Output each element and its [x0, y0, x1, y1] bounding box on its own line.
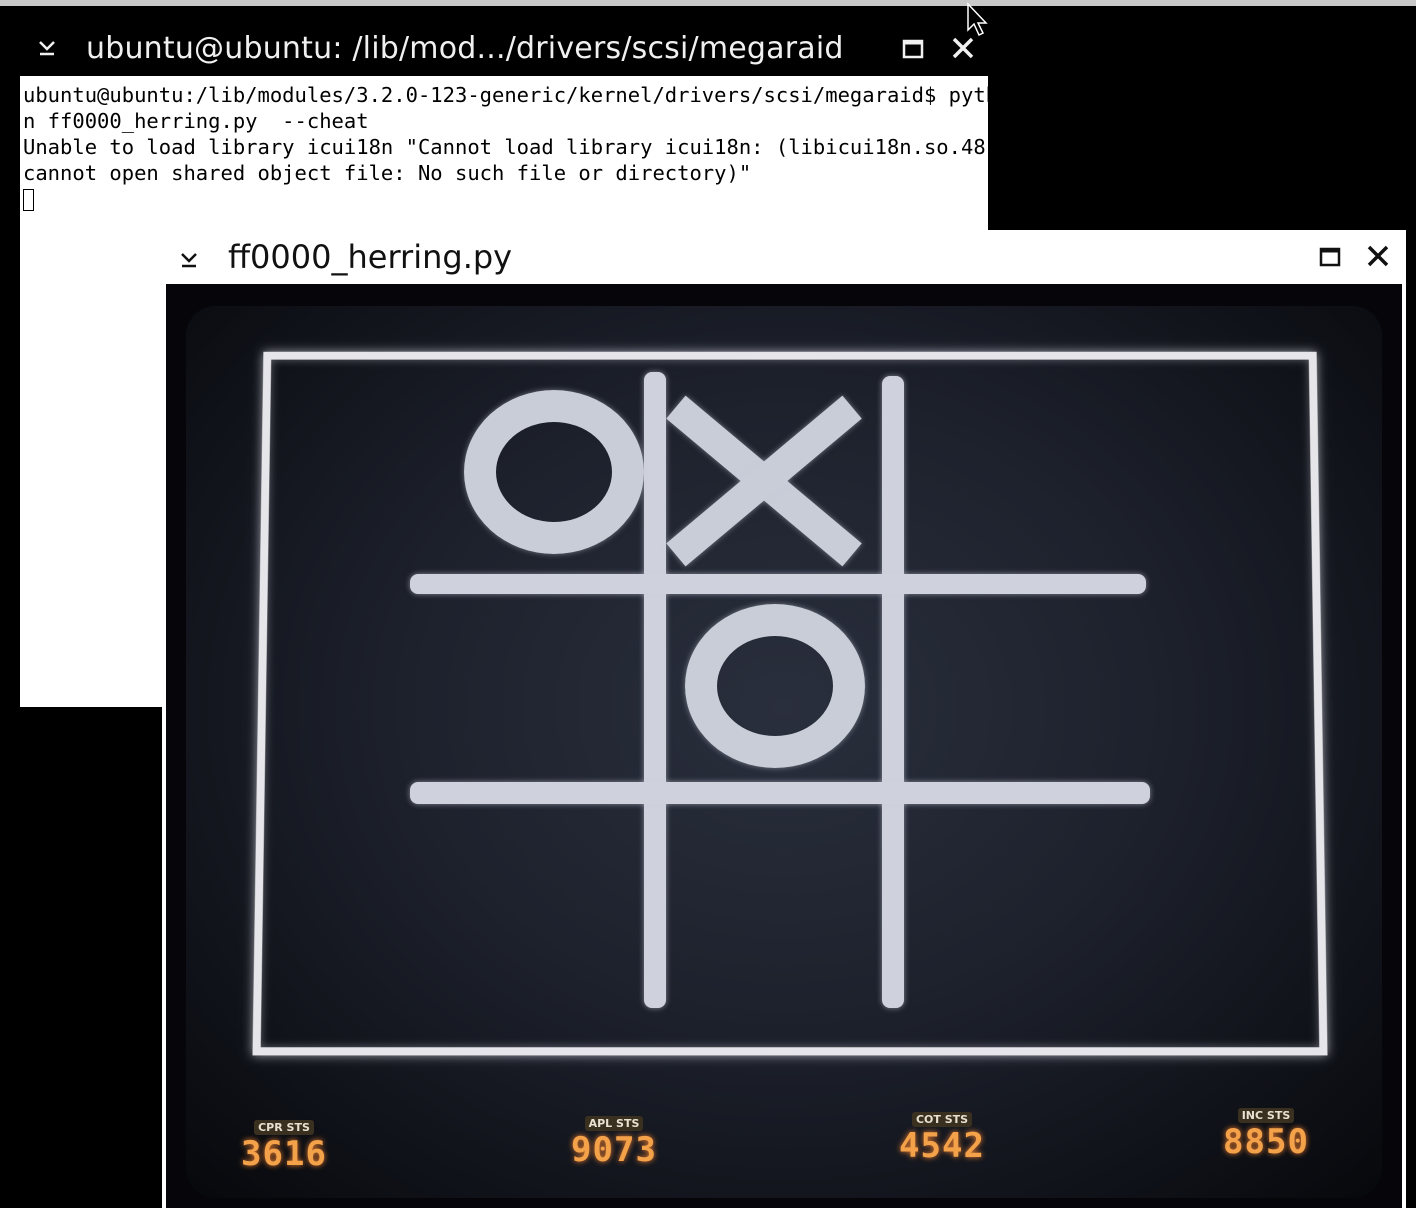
mouse-pointer-icon	[967, 2, 988, 37]
board-cell[interactable]	[410, 376, 646, 576]
game-window: ff0000_herring.py CPR STS 3616 APL STS 9…	[162, 230, 1406, 1208]
board-cell[interactable]	[894, 586, 1140, 786]
score-cpr: CPR STS 3616	[234, 1120, 334, 1173]
score-label: APL STS	[584, 1116, 644, 1131]
top-panel-bar	[0, 0, 1416, 6]
x-mark	[664, 395, 864, 567]
board-cell[interactable]	[894, 376, 1140, 576]
board-cell[interactable]	[410, 586, 646, 786]
score-apl: APL STS 9073	[564, 1116, 664, 1169]
crt-screen	[186, 306, 1382, 1198]
score-cot: COT STS 4542	[892, 1112, 992, 1165]
board-cell[interactable]	[656, 796, 894, 1008]
score-label: COT STS	[911, 1112, 973, 1127]
game-title: ff0000_herring.py	[228, 238, 513, 276]
terminal-line: n ff0000_herring.py --cheat	[23, 109, 369, 133]
terminal-line: ubuntu@ubuntu:/lib/modules/3.2.0-123-gen…	[23, 83, 988, 107]
score-label: INC STS	[1237, 1108, 1295, 1123]
score-value: 9073	[571, 1130, 657, 1170]
score-value: 4542	[899, 1126, 985, 1166]
maximize-icon[interactable]	[1319, 247, 1341, 267]
board-cell[interactable]	[656, 376, 894, 576]
terminal-line: cannot open shared object file: No such …	[23, 161, 752, 185]
game-titlebar[interactable]: ff0000_herring.py	[162, 230, 1406, 284]
board-cell[interactable]	[656, 586, 894, 786]
terminal-title: ubuntu@ubuntu: /lib/mod.../drivers/scsi/…	[86, 31, 844, 66]
maximize-icon[interactable]	[902, 39, 924, 59]
terminal-cursor	[23, 189, 34, 211]
minimize-icon[interactable]	[178, 248, 200, 270]
close-icon[interactable]	[1366, 244, 1390, 268]
score-value: 8850	[1223, 1122, 1309, 1162]
score-label: CPR STS	[254, 1120, 314, 1135]
close-icon[interactable]	[951, 36, 975, 60]
o-mark	[464, 390, 644, 554]
o-mark	[685, 604, 865, 768]
terminal-line: Unable to load library icui18n "Cannot l…	[23, 135, 988, 159]
terminal-titlebar[interactable]: ubuntu@ubuntu: /lib/mod.../drivers/scsi/…	[0, 22, 988, 76]
game-canvas[interactable]: CPR STS 3616 APL STS 9073 COT STS 4542 I…	[166, 284, 1402, 1208]
board-cell[interactable]	[894, 796, 1140, 1008]
board-cell[interactable]	[410, 796, 646, 1008]
score-inc: INC STS 8850	[1216, 1108, 1316, 1161]
score-value: 3616	[241, 1134, 327, 1174]
minimize-icon[interactable]	[36, 36, 58, 58]
score-panel: CPR STS 3616 APL STS 9073 COT STS 4542 I…	[166, 1094, 1362, 1174]
